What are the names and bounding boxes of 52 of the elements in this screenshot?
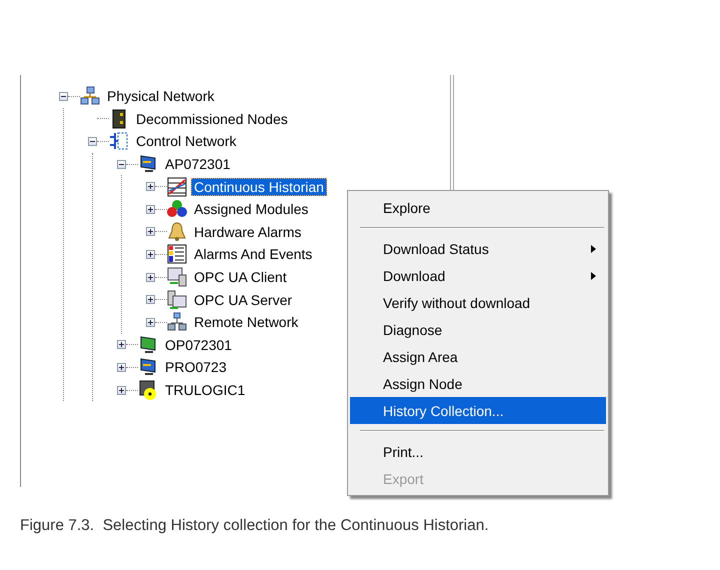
remote-network-icon: [167, 312, 187, 332]
network-icon: [80, 86, 100, 106]
menu-item[interactable]: Print...: [350, 438, 606, 465]
tree-item[interactable]: OPC UA Client: [191, 268, 290, 286]
expand-toggle[interactable]: [117, 340, 126, 350]
collapse-toggle[interactable]: [117, 160, 126, 169]
bell-icon: [167, 222, 187, 242]
menu-item[interactable]: Download Status: [350, 235, 606, 262]
menu-item[interactable]: Explore: [350, 194, 606, 221]
network-bracket-icon: [109, 131, 129, 152]
menu-item[interactable]: Verify without download: [350, 289, 606, 316]
server-icon: [167, 290, 187, 310]
tree-item[interactable]: Control Network: [133, 132, 240, 150]
tree-item[interactable]: Remote Network: [191, 313, 302, 332]
expand-toggle[interactable]: [146, 318, 155, 327]
tree-item[interactable]: Hardware Alarms: [191, 222, 304, 241]
unknown-device-icon: [138, 380, 158, 400]
tree-item[interactable]: TRULOGIC1: [162, 381, 248, 400]
expand-toggle[interactable]: [146, 204, 155, 214]
tree-item[interactable]: OP072301: [162, 336, 235, 354]
collapse-toggle[interactable]: [59, 92, 68, 101]
figure-caption: Figure 7.3. Selecting History collection for the Continuous Historian.: [20, 517, 490, 535]
expand-toggle[interactable]: [146, 272, 155, 282]
menu-item[interactable]: Assign Node: [350, 370, 606, 397]
monitor-icon: [138, 334, 158, 355]
tree-item[interactable]: Alarms And Events: [191, 245, 316, 264]
submenu-arrow-icon: [591, 272, 596, 280]
expand-toggle[interactable]: [146, 182, 155, 192]
tree-item[interactable]: PRO0723: [162, 358, 230, 376]
menu-item[interactable]: Diagnose: [350, 316, 606, 343]
submenu-arrow-icon: [591, 244, 596, 252]
collapse-toggle[interactable]: [88, 136, 97, 146]
tree-item[interactable]: Assigned Modules: [191, 200, 312, 218]
computer-icon: [167, 267, 187, 288]
expand-toggle[interactable]: [146, 227, 155, 236]
menu-item[interactable]: Assign Area: [350, 343, 606, 370]
expand-toggle[interactable]: [117, 386, 126, 395]
list-icon: [167, 244, 187, 264]
expand-toggle[interactable]: [146, 295, 155, 304]
colored-blocks-icon: [167, 199, 187, 220]
menu-item[interactable]: Download: [350, 262, 606, 289]
tree-item[interactable]: Physical Network: [104, 87, 218, 106]
monitor-icon: [138, 154, 158, 174]
monitor-icon: [138, 357, 158, 378]
tree-item[interactable]: OPC UA Server: [191, 290, 296, 309]
trend-chart-icon: [167, 176, 187, 197]
expand-toggle[interactable]: [146, 250, 155, 259]
menu-item[interactable]: History Collection...: [350, 397, 606, 424]
expand-toggle[interactable]: [117, 362, 126, 372]
tree-item[interactable]: Continuous Historian: [191, 178, 327, 196]
tree-item[interactable]: Decommissioned Nodes: [133, 110, 291, 128]
tree-item[interactable]: AP072301: [162, 155, 234, 174]
